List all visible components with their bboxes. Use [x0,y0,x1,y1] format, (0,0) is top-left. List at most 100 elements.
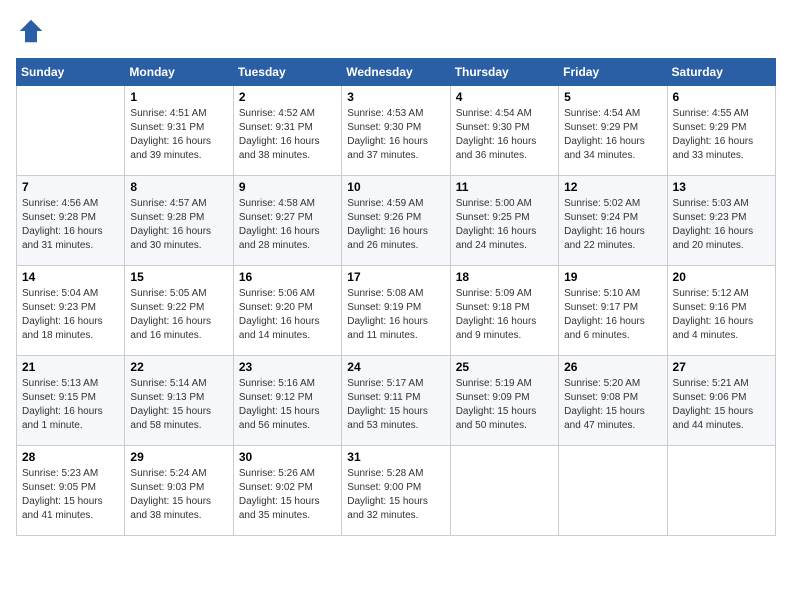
calendar-cell: 28 Sunrise: 5:23 AM Sunset: 9:05 PM Dayli… [17,446,125,536]
day-number: 8 [130,180,227,194]
day-info: Sunrise: 4:55 AM Sunset: 9:29 PM Dayligh… [673,107,770,163]
day-info: Sunrise: 5:14 AM Sunset: 9:13 PM Dayligh… [130,377,227,433]
day-info: Sunrise: 5:04 AM Sunset: 9:23 PM Dayligh… [22,287,119,343]
day-number: 4 [456,90,553,104]
day-info: Sunrise: 4:52 AM Sunset: 9:31 PM Dayligh… [239,107,336,163]
calendar-cell: 30 Sunrise: 5:26 AM Sunset: 9:02 PM Dayli… [233,446,341,536]
day-info: Sunrise: 5:13 AM Sunset: 9:15 PM Dayligh… [22,377,119,433]
calendar-cell: 6Sunrise: 4:55 AM Sunset: 9:29 PM Daylig… [667,86,775,176]
day-info: Sunrise: 5:20 AM Sunset: 9:08 PM Dayligh… [564,377,661,433]
calendar-week-4: 21 Sunrise: 5:13 AM Sunset: 9:15 PM Dayli… [17,356,776,446]
day-info: Sunrise: 5:10 AM Sunset: 9:17 PM Dayligh… [564,287,661,343]
calendar-cell: 8 Sunrise: 4:57 AM Sunset: 9:28 PM Daylig… [125,176,233,266]
calendar-cell: 11Sunrise: 5:00 AM Sunset: 9:25 PM Dayli… [450,176,558,266]
day-number: 23 [239,360,336,374]
calendar-cell: 3 Sunrise: 4:53 AM Sunset: 9:30 PM Daylig… [342,86,450,176]
day-info: Sunrise: 5:28 AM Sunset: 9:00 PM Dayligh… [347,467,444,523]
calendar-cell: 17 Sunrise: 5:08 AM Sunset: 9:19 PM Dayli… [342,266,450,356]
calendar-cell: 7 Sunrise: 4:56 AM Sunset: 9:28 PM Daylig… [17,176,125,266]
day-info: Sunrise: 5:26 AM Sunset: 9:02 PM Dayligh… [239,467,336,523]
day-number: 5 [564,90,661,104]
calendar-cell: 14Sunrise: 5:04 AM Sunset: 9:23 PM Dayli… [17,266,125,356]
day-number: 22 [130,360,227,374]
day-info: Sunrise: 5:23 AM Sunset: 9:05 PM Dayligh… [22,467,119,523]
day-number: 3 [347,90,444,104]
calendar-cell: 12 Sunrise: 5:02 AM Sunset: 9:24 PM Dayli… [559,176,667,266]
logo-icon [16,16,46,46]
calendar-header-row: SundayMondayTuesdayWednesdayThursdayFrid… [17,59,776,86]
calendar-cell: 21 Sunrise: 5:13 AM Sunset: 9:15 PM Dayli… [17,356,125,446]
day-number: 12 [564,180,661,194]
day-number: 1 [130,90,227,104]
day-info: Sunrise: 5:24 AM Sunset: 9:03 PM Dayligh… [130,467,227,523]
calendar-cell [667,446,775,536]
calendar-cell [450,446,558,536]
day-number: 28 [22,450,119,464]
calendar-table: SundayMondayTuesdayWednesdayThursdayFrid… [16,58,776,536]
day-info: Sunrise: 4:51 AM Sunset: 9:31 PM Dayligh… [130,107,227,163]
day-number: 20 [673,270,770,284]
day-info: Sunrise: 5:17 AM Sunset: 9:11 PM Dayligh… [347,377,444,433]
calendar-cell: 22 Sunrise: 5:14 AM Sunset: 9:13 PM Dayli… [125,356,233,446]
day-info: Sunrise: 4:54 AM Sunset: 9:30 PM Dayligh… [456,107,553,163]
calendar-cell: 26 Sunrise: 5:20 AM Sunset: 9:08 PM Dayli… [559,356,667,446]
header-wednesday: Wednesday [342,59,450,86]
header-saturday: Saturday [667,59,775,86]
calendar-cell: 5 Sunrise: 4:54 AM Sunset: 9:29 PM Daylig… [559,86,667,176]
day-number: 10 [347,180,444,194]
calendar-cell: 20Sunrise: 5:12 AM Sunset: 9:16 PM Dayli… [667,266,775,356]
calendar-cell: 4 Sunrise: 4:54 AM Sunset: 9:30 PM Daylig… [450,86,558,176]
calendar-week-5: 28 Sunrise: 5:23 AM Sunset: 9:05 PM Dayli… [17,446,776,536]
day-info: Sunrise: 4:57 AM Sunset: 9:28 PM Dayligh… [130,197,227,253]
calendar-cell: 25 Sunrise: 5:19 AM Sunset: 9:09 PM Dayli… [450,356,558,446]
day-number: 25 [456,360,553,374]
calendar-cell: 16 Sunrise: 5:06 AM Sunset: 9:20 PM Dayli… [233,266,341,356]
day-info: Sunrise: 5:06 AM Sunset: 9:20 PM Dayligh… [239,287,336,343]
day-number: 7 [22,180,119,194]
calendar-cell: 1 Sunrise: 4:51 AM Sunset: 9:31 PM Daylig… [125,86,233,176]
header-thursday: Thursday [450,59,558,86]
calendar-cell: 18 Sunrise: 5:09 AM Sunset: 9:18 PM Dayli… [450,266,558,356]
calendar-cell: 19Sunrise: 5:10 AM Sunset: 9:17 PM Dayli… [559,266,667,356]
calendar-cell: 10Sunrise: 4:59 AM Sunset: 9:26 PM Dayli… [342,176,450,266]
day-number: 24 [347,360,444,374]
day-number: 26 [564,360,661,374]
day-number: 13 [673,180,770,194]
header-friday: Friday [559,59,667,86]
day-number: 30 [239,450,336,464]
day-number: 21 [22,360,119,374]
calendar-cell: 2 Sunrise: 4:52 AM Sunset: 9:31 PM Daylig… [233,86,341,176]
day-number: 15 [130,270,227,284]
day-info: Sunrise: 4:54 AM Sunset: 9:29 PM Dayligh… [564,107,661,163]
header-monday: Monday [125,59,233,86]
day-info: Sunrise: 5:00 AM Sunset: 9:25 PM Dayligh… [456,197,553,253]
header-tuesday: Tuesday [233,59,341,86]
day-info: Sunrise: 4:58 AM Sunset: 9:27 PM Dayligh… [239,197,336,253]
day-number: 17 [347,270,444,284]
calendar-cell: 24 Sunrise: 5:17 AM Sunset: 9:11 PM Dayli… [342,356,450,446]
day-number: 16 [239,270,336,284]
day-info: Sunrise: 5:19 AM Sunset: 9:09 PM Dayligh… [456,377,553,433]
calendar-cell: 29 Sunrise: 5:24 AM Sunset: 9:03 PM Dayli… [125,446,233,536]
day-info: Sunrise: 4:56 AM Sunset: 9:28 PM Dayligh… [22,197,119,253]
calendar-cell [559,446,667,536]
calendar-cell: 23 Sunrise: 5:16 AM Sunset: 9:12 PM Dayli… [233,356,341,446]
day-info: Sunrise: 5:21 AM Sunset: 9:06 PM Dayligh… [673,377,770,433]
day-info: Sunrise: 5:16 AM Sunset: 9:12 PM Dayligh… [239,377,336,433]
day-info: Sunrise: 5:09 AM Sunset: 9:18 PM Dayligh… [456,287,553,343]
day-info: Sunrise: 4:53 AM Sunset: 9:30 PM Dayligh… [347,107,444,163]
calendar-cell: 27Sunrise: 5:21 AM Sunset: 9:06 PM Dayli… [667,356,775,446]
day-number: 31 [347,450,444,464]
day-number: 2 [239,90,336,104]
page-header [16,16,776,46]
day-info: Sunrise: 5:02 AM Sunset: 9:24 PM Dayligh… [564,197,661,253]
calendar-cell [17,86,125,176]
day-number: 9 [239,180,336,194]
calendar-cell: 9 Sunrise: 4:58 AM Sunset: 9:27 PM Daylig… [233,176,341,266]
day-number: 29 [130,450,227,464]
calendar-week-2: 7 Sunrise: 4:56 AM Sunset: 9:28 PM Daylig… [17,176,776,266]
calendar-cell: 15Sunrise: 5:05 AM Sunset: 9:22 PM Dayli… [125,266,233,356]
header-sunday: Sunday [17,59,125,86]
day-number: 18 [456,270,553,284]
day-info: Sunrise: 5:08 AM Sunset: 9:19 PM Dayligh… [347,287,444,343]
